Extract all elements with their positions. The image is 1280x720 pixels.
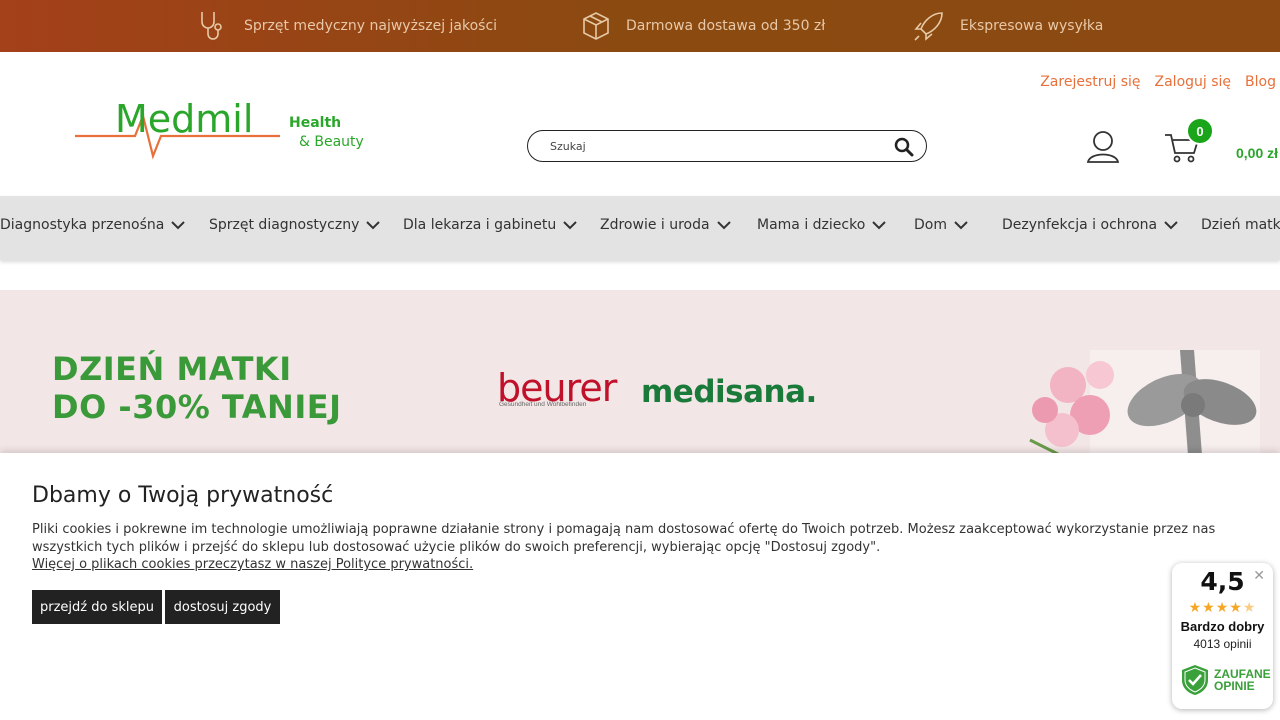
nav-item-label: Dla lekarza i gabinetu	[403, 217, 557, 233]
promo-label: Darmowa dostawa od 350 zł	[626, 18, 826, 34]
nav-item-label: Sprzęt diagnostyczny	[209, 217, 360, 233]
rating-label: Bardzo dobry	[1180, 619, 1265, 634]
nav-item-diagnostic-equipment[interactable]: Sprzęt diagnostyczny	[209, 196, 381, 254]
promo-label: Sprzęt medyczny najwyższej jakości	[244, 18, 498, 34]
chevron-down-icon	[954, 221, 968, 230]
cart-total[interactable]: 0,00 zł	[1236, 145, 1278, 161]
promo-label: Ekspresowa wysyłka	[960, 18, 1104, 34]
nav-item-disinfection[interactable]: Dezynfekcja i ochrona	[1002, 196, 1179, 254]
account-links: Zarejestruj się Zaloguj się Blog	[1040, 74, 1276, 90]
register-link[interactable]: Zarejestruj się	[1040, 74, 1140, 90]
blog-link[interactable]: Blog	[1245, 74, 1276, 90]
banner-headline: DZIEŃ MATKI DO -30% TANIEJ	[52, 350, 341, 426]
chevron-down-icon	[563, 221, 577, 230]
close-icon[interactable]: ✕	[1253, 567, 1265, 584]
beurer-logo-subtitle: Gesundheit und Wohlbefinden	[499, 401, 587, 408]
rating-count: 4013 opinii	[1193, 637, 1252, 651]
cookie-title: Dbamy o Twoją prywatność	[32, 483, 334, 508]
medisana-logo: medisana.	[641, 374, 817, 410]
trusted-reviews-badge: ZAUFANE OPINIE	[1180, 663, 1271, 697]
nav-item-health-beauty[interactable]: Zdrowie i uroda	[600, 196, 732, 254]
promo-item-shipping: Darmowa dostawa od 350 zł	[580, 0, 825, 52]
site-header: Medmil Health & Beauty Zarejestruj się Z…	[0, 52, 1280, 196]
logo-graphic: Medmil Health & Beauty	[75, 97, 364, 160]
cookie-text: Pliki cookies i pokrewne im technologie …	[32, 522, 1216, 555]
accept-go-to-shop-button[interactable]: przejdź do sklepu	[32, 590, 162, 624]
chevron-down-icon	[366, 221, 381, 230]
rocket-icon	[914, 12, 943, 41]
user-icon[interactable]	[1086, 130, 1120, 164]
chevron-down-icon	[1164, 221, 1178, 230]
nav-item-doctor-office[interactable]: Dla lekarza i gabinetu	[403, 196, 578, 254]
rating-widget[interactable]: 4,5 ✕ ★★★★★ Bardzo dobry 4013 opinii ZAU…	[1172, 563, 1273, 709]
promo-bar: Sprzęt medyczny najwyższej jakości Darmo…	[0, 0, 1280, 52]
cart-count-badge: 0	[1186, 117, 1214, 145]
promo-banner[interactable]: DZIEŃ MATKI DO -30% TANIEJ beurer Gesund…	[0, 290, 1280, 455]
search-icon[interactable]	[894, 137, 914, 157]
logo-tagline-2: & Beauty	[299, 134, 364, 150]
rating-stars: ★★★★★	[1188, 599, 1257, 615]
nav-item-label: Zdrowie i uroda	[600, 217, 710, 233]
cookie-consent-panel: Dbamy o Twoją prywatność Pliki cookies i…	[0, 453, 1280, 720]
box-icon	[583, 12, 609, 40]
banner-headline-line-1: DZIEŃ MATKI	[52, 350, 292, 388]
site-logo[interactable]: Medmil Health & Beauty	[75, 97, 375, 162]
badge-text: ZAUFANE OPINIE	[1214, 668, 1271, 692]
nav-item-label: Dezynfekcja i ochrona	[1002, 217, 1158, 233]
stethoscope-icon	[201, 12, 222, 40]
badge-text-line-2: OPINIE	[1214, 679, 1255, 693]
customize-consent-button[interactable]: dostosuj zgody	[165, 590, 280, 624]
chevron-down-icon	[716, 221, 731, 230]
nav-item-label: Mama i dziecko	[757, 217, 866, 233]
banner-headline-line-2: DO -30% TANIEJ	[52, 388, 342, 426]
privacy-policy-link[interactable]: Więcej o plikach cookies przeczytasz w n…	[32, 557, 473, 572]
nav-item-label: Dzień matki	[1201, 217, 1280, 233]
nav-item-home[interactable]: Dom	[914, 196, 969, 254]
logo-tagline-1: Health	[289, 115, 341, 131]
shield-check-icon	[1182, 665, 1208, 695]
main-nav: Diagnostyka przenośna Sprzęt diagnostycz…	[0, 196, 1280, 260]
chevron-down-icon	[171, 221, 186, 230]
login-link[interactable]: Zaloguj się	[1155, 74, 1232, 90]
promo-item-quality: Sprzęt medyczny najwyższej jakości	[196, 0, 497, 52]
logo-text: Medmil	[115, 100, 253, 141]
nav-item-label: Dom	[914, 217, 947, 233]
search-input[interactable]	[550, 139, 870, 153]
nav-item-label: Diagnostyka przenośna	[0, 217, 165, 233]
chevron-down-icon	[872, 221, 886, 230]
search-box	[527, 130, 927, 162]
nav-item-mothers-day[interactable]: Dzień matki	[1201, 196, 1280, 254]
promo-item-express: Ekspresowa wysyłka	[912, 0, 1103, 52]
gift-flowers-image	[950, 290, 1280, 455]
nav-item-mother-child[interactable]: Mama i dziecko	[757, 196, 887, 254]
nav-item-portable-diagnostics[interactable]: Diagnostyka przenośna	[0, 196, 186, 254]
